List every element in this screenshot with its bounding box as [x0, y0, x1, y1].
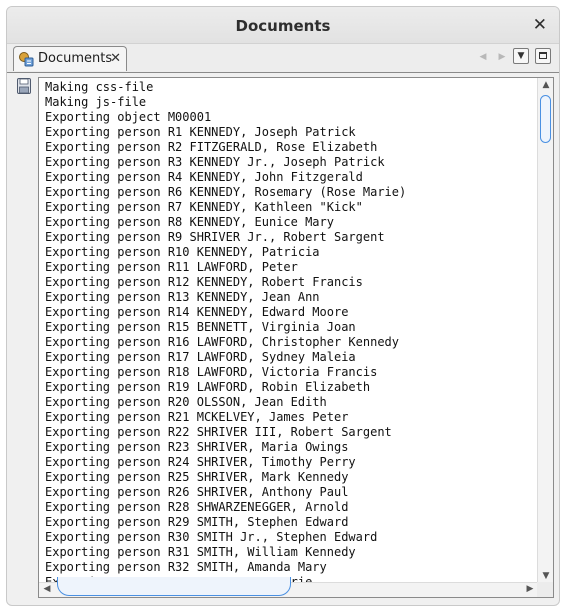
- output-line: Exporting person R30 SMITH Jr., Stephen …: [45, 530, 378, 544]
- maximize-button[interactable]: [535, 48, 551, 64]
- output-line: Exporting person R32 SMITH, Amanda Mary: [45, 560, 327, 574]
- scroll-down-button[interactable]: ▼: [539, 571, 553, 581]
- output-line: Exporting person R18 LAWFORD, Victoria F…: [45, 365, 378, 379]
- output-line: Exporting person R11 LAWFORD, Peter: [45, 260, 298, 274]
- output-line: Exporting person R9 SHRIVER Jr., Robert …: [45, 230, 385, 244]
- output-line: Making css-file: [45, 80, 154, 94]
- title-bar[interactable]: Documents ✕: [7, 7, 559, 44]
- documents-icon: [19, 52, 34, 67]
- documents-window: Documents ✕ Documents ✕ ◀ ▶ ▼ Making css…: [6, 6, 560, 606]
- output-line: Exporting person R14 KENNEDY, Edward Moo…: [45, 305, 349, 319]
- scroll-tabs-right-button[interactable]: ▶: [494, 49, 510, 65]
- output-line: Exporting person R26 SHRIVER, Anthony Pa…: [45, 485, 349, 499]
- output-line: Exporting person R22 SHRIVER III, Robert…: [45, 425, 392, 439]
- output-line: Exporting person R10 KENNEDY, Patricia: [45, 245, 320, 259]
- output-panel[interactable]: Making css-file Making js-file Exporting o…: [38, 77, 554, 598]
- horizontal-scroll-thumb[interactable]: [57, 577, 291, 596]
- tab-close-button[interactable]: ✕: [110, 51, 121, 66]
- scroll-tabs-left-button[interactable]: ◀: [475, 49, 491, 65]
- output-line: Exporting person R7 KENNEDY, Kathleen "K…: [45, 200, 363, 214]
- output-line: Exporting person R13 KENNEDY, Jean Ann: [45, 290, 320, 304]
- output-log: Making css-file Making js-file Exporting o…: [45, 80, 406, 590]
- tab-bar: Documents ✕ ◀ ▶ ▼: [7, 44, 559, 73]
- output-line: Exporting person R21 MCKELVEY, James Pet…: [45, 410, 349, 424]
- output-line: Exporting person R1 KENNEDY, Joseph Patr…: [45, 125, 356, 139]
- output-line: Exporting person R4 KENNEDY, John Fitzge…: [45, 170, 363, 184]
- maximize-icon: [539, 52, 547, 59]
- horizontal-scrollbar[interactable]: ◀ ▶: [39, 577, 538, 597]
- vertical-scrollbar[interactable]: ▲ ▼: [537, 78, 553, 583]
- output-line: Exporting person R20 OLSSON, Jean Edith: [45, 395, 327, 409]
- tab-documents[interactable]: Documents ✕: [13, 46, 127, 71]
- output-line: Exporting person R29 SMITH, Stephen Edwa…: [45, 515, 349, 529]
- output-line: Exporting person R23 SHRIVER, Maria Owin…: [45, 440, 349, 454]
- scroll-up-button[interactable]: ▲: [539, 80, 553, 90]
- tab-label: Documents: [38, 51, 113, 66]
- output-line: Exporting person R3 KENNEDY Jr., Joseph …: [45, 155, 385, 169]
- output-line: Exporting person R16 LAWFORD, Christophe…: [45, 335, 400, 349]
- scroll-corner: [537, 582, 553, 597]
- vertical-scroll-thumb[interactable]: [540, 95, 551, 143]
- output-line: Exporting person R24 SHRIVER, Timothy Pe…: [45, 455, 356, 469]
- window-title: Documents: [235, 17, 331, 35]
- output-line: Making js-file: [45, 95, 147, 109]
- output-line: Exporting person R31 SMITH, William Kenn…: [45, 545, 356, 559]
- tab-list-dropdown-button[interactable]: ▼: [513, 48, 529, 64]
- window-close-button[interactable]: ✕: [533, 15, 547, 35]
- scroll-right-button[interactable]: ▶: [523, 584, 537, 594]
- output-line: Exporting person R25 SHRIVER, Mark Kenne…: [45, 470, 349, 484]
- output-line: Exporting person R8 KENNEDY, Eunice Mary: [45, 215, 334, 229]
- output-line: Exporting person R17 LAWFORD, Sydney Mal…: [45, 350, 356, 364]
- output-line: Exporting object M00001: [45, 110, 212, 124]
- output-line: Exporting person R15 BENNETT, Virginia J…: [45, 320, 356, 334]
- output-line: Exporting person R19 LAWFORD, Robin Eliz…: [45, 380, 371, 394]
- output-line: Exporting person R2 FITZGERALD, Rose Eli…: [45, 140, 378, 154]
- output-line: Exporting person R28 SHWARZENEGGER, Arno…: [45, 500, 349, 514]
- save-output-icon[interactable]: [16, 77, 32, 95]
- output-line: Exporting person R6 KENNEDY, Rosemary (R…: [45, 185, 407, 199]
- scroll-left-button[interactable]: ◀: [40, 584, 54, 594]
- output-line: Exporting person R12 KENNEDY, Robert Fra…: [45, 275, 363, 289]
